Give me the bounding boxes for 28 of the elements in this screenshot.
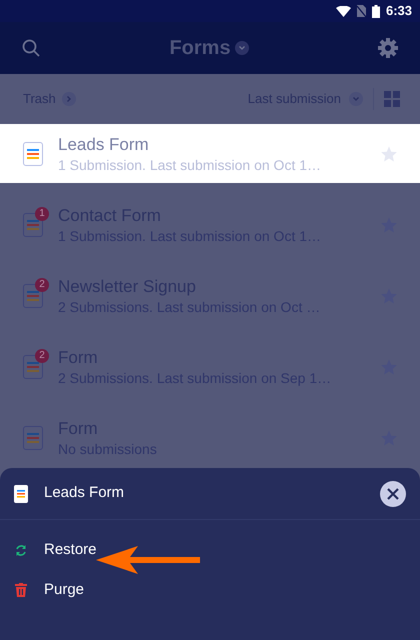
no-sim-icon bbox=[356, 5, 366, 17]
menu-item[interactable]: Restore bbox=[0, 530, 420, 570]
refresh-icon bbox=[15, 544, 27, 556]
form-row[interactable]: Leads Form 1 Submission. Last submission on Oct 1… bbox=[0, 124, 420, 183]
notification-badge: 2 bbox=[35, 278, 49, 292]
notification-badge: 1 bbox=[35, 206, 49, 220]
clock-time: 6:33 bbox=[386, 2, 412, 20]
grid-view-icon[interactable] bbox=[384, 91, 400, 107]
chevron-down-icon[interactable] bbox=[349, 92, 363, 106]
sheet-title: Leads Form bbox=[44, 483, 124, 504]
search-icon[interactable] bbox=[22, 39, 40, 57]
menu-item[interactable]: Purge bbox=[0, 570, 420, 610]
form-title: Leads Form bbox=[58, 134, 150, 156]
app-title[interactable]: Forms bbox=[169, 33, 231, 63]
close-icon[interactable] bbox=[387, 488, 399, 500]
chevron-down-icon[interactable] bbox=[234, 41, 249, 55]
form-subtitle: 1 Submission. Last submission on Oct 1… bbox=[58, 156, 322, 174]
star-icon[interactable] bbox=[380, 144, 398, 162]
settings-icon[interactable] bbox=[378, 38, 398, 58]
form-icon bbox=[23, 142, 43, 166]
notification-badge: 2 bbox=[35, 348, 49, 362]
wifi-icon bbox=[336, 6, 351, 16]
close-button[interactable] bbox=[380, 480, 406, 506]
trash-icon bbox=[15, 583, 27, 597]
battery-icon bbox=[372, 4, 380, 18]
form-icon bbox=[23, 426, 43, 450]
chevron-right-icon[interactable] bbox=[62, 92, 76, 106]
form-icon bbox=[14, 484, 28, 502]
